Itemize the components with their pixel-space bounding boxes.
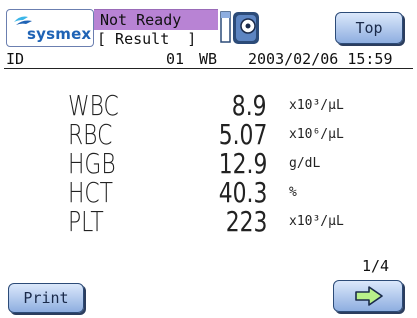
id-label: ID — [6, 50, 25, 68]
result-row-rbc: RBC 5.07 x10⁶/µL — [0, 119, 417, 151]
status-text: Not Ready — [100, 11, 182, 29]
result-row-wbc: WBC 8.9 x10³/µL — [0, 90, 417, 122]
screen-mode-label: [ Result ] — [97, 30, 197, 48]
sysmex-logo: sysmex — [6, 9, 94, 47]
status-bar: Not Ready — [94, 9, 218, 30]
result-row-hgb: HGB 12.9 g/dL — [0, 148, 417, 180]
result-unit: x10³/µL — [289, 98, 344, 113]
result-row-plt: PLT 223 x10³/µL — [0, 206, 417, 238]
results-list: WBC 8.9 x10³/µL RBC 5.07 x10⁶/µL HGB 12.… — [0, 90, 417, 250]
brand-name: sysmex — [27, 25, 92, 43]
result-unit: x10⁶/µL — [289, 127, 344, 142]
date-time: 2003/02/06 15:59 — [248, 50, 393, 68]
result-row-hct: HCT 40.3 % — [0, 177, 417, 209]
sample-info-row: ID 01 WB 2003/02/06 15:59 — [4, 50, 413, 69]
result-unit: x10³/µL — [289, 214, 344, 229]
page-indicator: 1/4 — [362, 257, 390, 275]
next-page-button[interactable] — [333, 280, 403, 312]
analysis-mode: WB — [199, 50, 218, 68]
result-value: 223 — [225, 205, 267, 238]
result-name: PLT — [68, 205, 104, 238]
sample-tube-icon — [220, 9, 262, 47]
print-button[interactable]: Print — [8, 283, 84, 313]
result-unit: g/dL — [289, 156, 321, 171]
arrow-right-icon — [355, 286, 383, 306]
top-button[interactable]: Top — [335, 12, 403, 44]
result-unit: % — [289, 185, 297, 200]
id-value: 01 — [166, 50, 185, 68]
